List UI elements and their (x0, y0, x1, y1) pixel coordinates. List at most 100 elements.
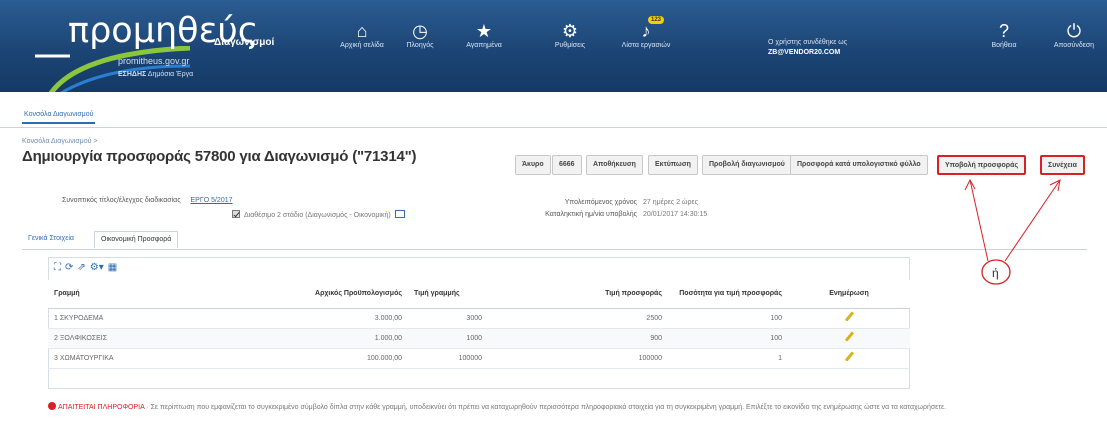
nav-worklist[interactable]: ♪ 123 Λίστα εργασιών (616, 16, 676, 49)
subtab-divider (22, 249, 1087, 250)
remaining-label: Υπολειπόμενος χρόνος (564, 199, 637, 206)
col-quantity[interactable]: Ποσότητα για τιμή προσφοράς (668, 280, 788, 309)
pencil-icon[interactable] (844, 312, 854, 322)
offer-lines-table: Γραμμή Αρχικός Προϋπολογισμός Τιμή γραμμ… (48, 280, 910, 369)
table-row: 1 ΣΚΥΡΟΔΕΜΑ 3.000,00 3000 2500 100 (48, 308, 910, 329)
view-tender-button[interactable]: Προβολή διαγωνισμού (702, 155, 792, 175)
print-button[interactable]: Εκτύπωση (648, 155, 698, 175)
checkbox-icon[interactable] (232, 210, 240, 218)
stage-text: Διαθέσιμο 2 στάδιο (Διαγωνισμός - Οικονο… (244, 212, 391, 219)
star-icon: ★ (475, 21, 493, 41)
logo-tag-bold: ΕΣΗΔΗΣ (118, 71, 147, 78)
cell-line-price: 3000 (408, 308, 488, 329)
cell-budget: 100.000,00 (238, 348, 408, 369)
cell-update (788, 308, 910, 329)
tab-financial-offer[interactable]: Οικονομική Προσφορά (94, 231, 179, 248)
tab-strip: Κονσόλα Διαγωνισμού (0, 92, 1107, 128)
annotation-arrowhead-left (964, 178, 976, 191)
nav-home-label: Αρχική σελίδα (340, 42, 384, 49)
info-note: ΑΠΑΙΤΕΙΤΑΙ ΠΛΗΡΟΦΟΡΙΑ · Σε περίπτωση που… (48, 402, 1088, 412)
note-prefix: ΑΠΑΙΤΕΙΤΑΙ ΠΛΗΡΟΦΟΡΙΑ (58, 404, 145, 411)
nav-navigator-label: Πλοηγός (406, 42, 434, 49)
nav-favorites-label: Αγαπημένα (466, 42, 502, 49)
worklist-badge: 123 (648, 16, 665, 24)
cell-line-price: 1000 (408, 328, 488, 349)
user-info: Ο χρήστης συνδέθηκε ως ZB@VENDOR20.COM (768, 38, 847, 58)
nav-worklist-label: Λίστα εργασιών (621, 42, 671, 49)
power-icon: ⏻ (1066, 21, 1082, 41)
cell-offer[interactable]: 2500 (488, 308, 668, 329)
columns-icon[interactable]: ▦ (108, 262, 117, 273)
annotation-arrowhead-right (1049, 179, 1061, 192)
refresh-icon[interactable]: ⟳ (65, 262, 73, 273)
cell-budget: 3.000,00 (238, 308, 408, 329)
nav-help[interactable]: ? Βοήθεια (974, 20, 1034, 49)
note-text: · Σε περίπτωση που εμφανίζεται το συγκεκ… (146, 404, 947, 411)
export-icon[interactable]: ⇗ (77, 262, 85, 273)
cell-update (788, 328, 910, 349)
contract-info: Συνοπτικός τίτλος/έλεγχος διαδικασίας ΕΡ… (62, 197, 233, 204)
contract-label: Συνοπτικός τίτλος/έλεγχος διαδικασίας (62, 197, 181, 204)
cell-qty: 100 (668, 308, 788, 329)
error-icon (48, 402, 56, 410)
nav-logout[interactable]: ⏻ Αποσύνδεση (1044, 20, 1104, 49)
bell-icon: ♪ (641, 21, 651, 41)
cell-offer[interactable]: 100000 (488, 348, 668, 369)
nav-home[interactable]: ⌂ Αρχική σελίδα (332, 20, 392, 49)
nav-favorites[interactable]: ★ Αγαπημένα (454, 20, 514, 49)
cell-line: 3 ΧΩΜΑΤΟΥΡΓΙΚΑ (48, 348, 238, 369)
home-icon: ⌂ (356, 21, 368, 41)
nav-settings[interactable]: ⚙ Ρυθμίσεις (540, 20, 600, 49)
contract-link[interactable]: ΕΡΓΟ 5/2017 (191, 197, 233, 204)
user-info-line1: Ο χρήστης συνδέθηκε ως (768, 39, 848, 46)
nav-logout-label: Αποσύνδεση (1053, 42, 1095, 49)
cell-offer[interactable]: 900 (488, 328, 668, 349)
gear-icon: ⚙ (561, 21, 579, 41)
help-icon: ? (998, 21, 1009, 41)
logo-tag-text: Δημόσια Έργα (147, 71, 194, 78)
pencil-icon[interactable] (844, 332, 854, 342)
cancel-button[interactable]: Άκυρο (515, 155, 551, 175)
col-budget[interactable]: Αρχικός Προϋπολογισμός (238, 280, 408, 309)
logo-tagline: ΕΣΗΔΗΣ Δημόσια Έργα (118, 71, 193, 78)
closing-label: Καταληκτική ημ/νία υποβολής (545, 211, 637, 218)
cell-budget: 1.000,00 (238, 328, 408, 349)
deadline-labels: Υπολειπόμενος χρόνος Καταληκτική ημ/νία … (545, 197, 637, 221)
annotation-label: ή (992, 266, 999, 280)
extra-button[interactable]: 6666 (552, 155, 582, 175)
col-offer-price[interactable]: Τιμή προσφοράς (488, 280, 668, 309)
tab-tender-console[interactable]: Κονσόλα Διαγωνισμού (22, 109, 96, 124)
cell-qty: 1 (668, 348, 788, 369)
pencil-icon[interactable] (844, 352, 854, 362)
settings-dropdown-icon[interactable]: ⚙▾ (90, 262, 104, 273)
deadline-values: 27 ημέρες 2 ώρες 20/01/2017 14:30:15 (643, 197, 707, 221)
save-button[interactable]: Αποθήκευση (586, 155, 643, 175)
cell-line: 2 ΞΟΛΦΙΚΟΣΕΙΣ (48, 328, 238, 349)
nav-help-label: Βοήθεια (991, 42, 1017, 49)
closing-value: 20/01/2017 14:30:15 (643, 211, 708, 218)
table-row: 2 ΞΟΛΦΙΚΟΣΕΙΣ 1.000,00 1000 900 100 (48, 328, 910, 349)
breadcrumb[interactable]: Κονσόλα Διαγωνισμού > (22, 138, 97, 145)
logo-sweep-graphic (35, 46, 190, 92)
submit-offer-button[interactable]: Υποβολή προσφοράς (937, 155, 1027, 175)
table-row: 3 ΧΩΜΑΤΟΥΡΓΙΚΑ 100.000,00 100000 100000 … (48, 348, 910, 369)
offer-spreadsheet-button[interactable]: Προσφορά κατά υπολογιστικό φύλλο (790, 155, 928, 175)
document-icon[interactable] (394, 210, 405, 218)
continue-button[interactable]: Συνέχεια (1040, 155, 1085, 175)
expand-icon[interactable]: ⛶ (54, 262, 61, 273)
clock-icon: ◷ (412, 21, 428, 41)
cell-line-price: 100000 (408, 348, 488, 369)
tab-general[interactable]: Γενικά Στοιχεία (22, 231, 80, 246)
cell-line: 1 ΣΚΥΡΟΔΕΜΑ (48, 308, 238, 329)
nav-settings-label: Ρυθμίσεις (554, 42, 586, 49)
user-email: ZB@VENDOR20.COM (768, 49, 841, 56)
cell-qty: 100 (668, 328, 788, 349)
col-line-price[interactable]: Τιμή γραμμής (408, 280, 488, 309)
page-title: Δημιουργία προσφοράς 57800 για Διαγωνισμ… (22, 148, 417, 165)
remaining-value: 27 ημέρες 2 ώρες (643, 199, 698, 206)
col-update[interactable]: Ενημέρωση (788, 280, 910, 309)
nav-navigator[interactable]: ◷ Πλοηγός (390, 20, 450, 49)
cell-update (788, 348, 910, 369)
col-line[interactable]: Γραμμή (48, 280, 238, 309)
stage-info: Διαθέσιμο 2 στάδιο (Διαγωνισμός - Οικονο… (232, 210, 405, 219)
